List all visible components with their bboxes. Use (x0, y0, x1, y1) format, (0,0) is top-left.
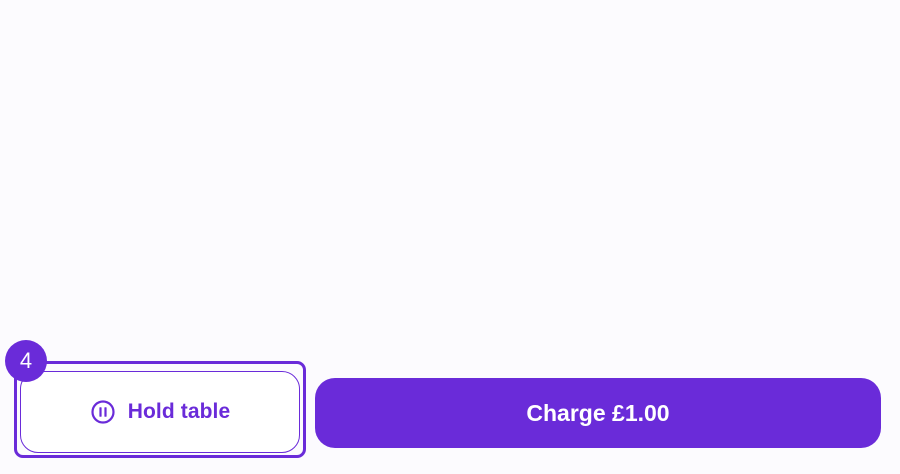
shortcut-badge: 4 (5, 340, 47, 382)
hold-table-label: Hold table (127, 400, 231, 423)
hold-table-button[interactable]: Hold table (20, 371, 300, 453)
pause-circle-icon (91, 400, 115, 424)
charge-button[interactable]: Charge £1.00 (315, 378, 881, 448)
